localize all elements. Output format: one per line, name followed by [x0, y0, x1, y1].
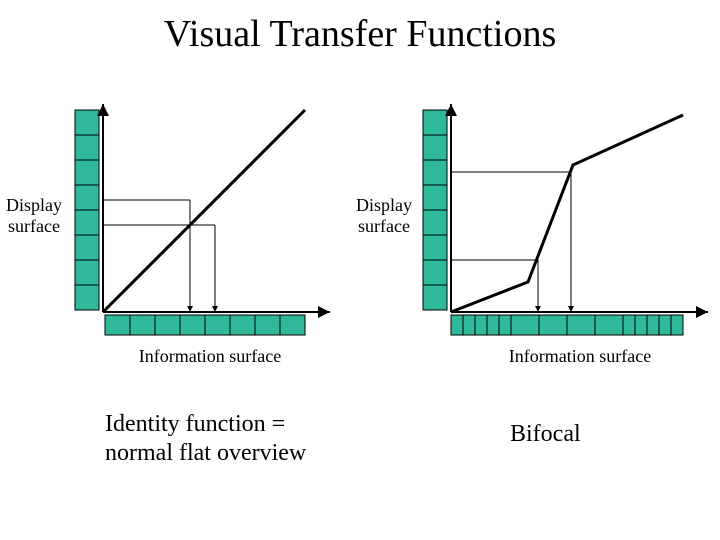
- right-ylabel: Displaysurface: [356, 195, 412, 236]
- x-cells: [105, 315, 305, 335]
- y-cells: [75, 110, 99, 310]
- left-caption: Identity function =normal flat overview: [105, 410, 306, 468]
- page-title: Visual Transfer Functions: [0, 12, 720, 56]
- bifocal-line: [451, 115, 683, 312]
- bifocal-graph: [418, 100, 718, 360]
- right-panel: [418, 100, 718, 360]
- right-caption: Bifocal: [510, 420, 581, 449]
- x-cells: [451, 315, 683, 335]
- left-xlabel: Information surface: [100, 346, 320, 367]
- identity-graph: [70, 100, 340, 360]
- left-ylabel: Displaysurface: [6, 195, 62, 236]
- left-panel: [70, 100, 340, 360]
- right-xlabel: Information surface: [470, 346, 690, 367]
- y-cells: [423, 110, 447, 310]
- identity-line: [103, 110, 305, 312]
